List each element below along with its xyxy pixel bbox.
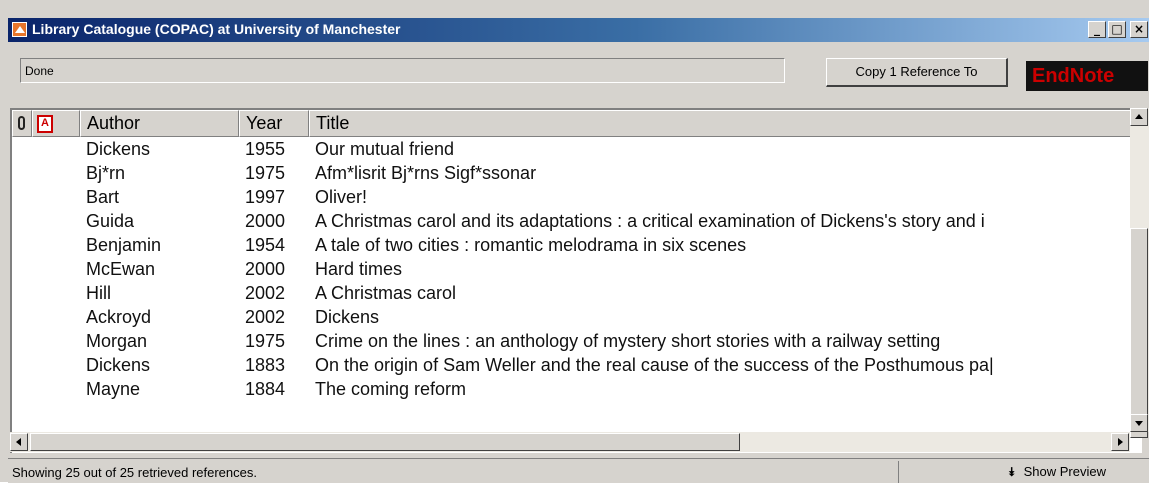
arrow-up-icon (1135, 114, 1143, 119)
status-field: Done (20, 58, 785, 83)
author-cell: Dickens (86, 355, 151, 375)
table-row[interactable]: McEwan 2000 Hard times (12, 257, 1132, 281)
title-bar[interactable]: Library Catalogue (COPAC) at University … (8, 18, 1149, 42)
app-icon (12, 22, 27, 37)
author-cell: Dickens (86, 139, 151, 159)
horizontal-scroll-thumb[interactable] (30, 433, 740, 451)
year-cell: 2002 (245, 283, 286, 303)
scroll-left-button[interactable] (10, 433, 28, 451)
minimize-button[interactable]: _ (1088, 21, 1106, 38)
year-cell: 1954 (245, 235, 286, 255)
app-window: Library Catalogue (COPAC) at University … (0, 0, 1149, 483)
title-cell: Oliver! (315, 187, 368, 207)
show-preview-label: Show Preview (1023, 464, 1106, 479)
title-cell: Dickens (315, 307, 380, 327)
status-bar: Showing 25 out of 25 retrieved reference… (8, 458, 1149, 483)
column-header-author[interactable]: Author (80, 110, 239, 137)
year-cell: 1884 (245, 379, 286, 399)
author-cell: Benjamin (86, 235, 162, 255)
table-row[interactable]: Guida 2000 A Christmas carol and its adapt… (12, 209, 1132, 233)
horizontal-scrollbar[interactable] (10, 432, 1130, 452)
year-cell: 1997 (245, 187, 286, 207)
copy-reference-button[interactable]: Copy 1 Reference To (826, 58, 1008, 87)
title-cell: A tale of two cities : romantic melodram… (315, 235, 747, 255)
year-cell: 1975 (245, 331, 286, 351)
pdf-icon: A (37, 115, 53, 133)
table-row[interactable]: Morgan 1975 Crime on the lines : an anthol… (12, 329, 1132, 353)
table-row[interactable]: Mayne 1884 The coming reform (12, 377, 1132, 401)
title-cell: The coming reform (315, 379, 467, 399)
window-title: Library Catalogue (COPAC) at University … (32, 21, 401, 37)
paperclip-icon (18, 116, 25, 130)
title-cell: A Christmas carol (315, 283, 457, 303)
author-cell: Mayne (86, 379, 141, 399)
author-cell: Bart (86, 187, 120, 207)
column-header-pdf[interactable]: A (32, 110, 80, 137)
table-row[interactable]: Ackroyd 2002 Dickens (12, 305, 1132, 329)
author-cell: McEwan (86, 259, 156, 279)
title-cell: Afm*lisrit Bj*rns Sigf*ssonar (315, 163, 537, 183)
show-preview-toggle[interactable]: ⯯ Show Preview (1008, 464, 1106, 480)
endnote-logo[interactable]: EndNote (1026, 61, 1148, 91)
close-button[interactable]: × (1130, 21, 1148, 38)
double-chevron-down-icon: ⯯ (1008, 465, 1016, 479)
year-cell: 1883 (245, 355, 286, 375)
title-cell: Crime on the lines : an anthology of mys… (315, 331, 941, 351)
author-cell: Guida (86, 211, 135, 231)
author-cell: Morgan (86, 331, 148, 351)
table-row[interactable]: Bj*rn 1975 Afm*lisrit Bj*rns Sigf*ssonar (12, 161, 1132, 185)
vertical-scroll-thumb[interactable] (1130, 228, 1148, 438)
maximize-button[interactable]: □ (1108, 21, 1126, 38)
title-cell: A Christmas carol and its adaptations : … (315, 211, 985, 231)
year-cell: 1975 (245, 163, 286, 183)
year-cell: 2000 (245, 259, 286, 279)
vertical-scrollbar[interactable] (1130, 108, 1149, 438)
arrow-down-icon (1135, 421, 1143, 426)
author-cell: Ackroyd (86, 307, 152, 327)
table-row[interactable]: Benjamin 1954 A tale of two cities : roman… (12, 233, 1132, 257)
table-row[interactable]: Dickens 1883 On the origin of Sam Weller a… (12, 353, 1132, 377)
list-header: A Author Year Title (12, 110, 1132, 137)
title-cell: On the origin of Sam Weller and the real… (315, 355, 994, 375)
scroll-right-button[interactable] (1111, 433, 1129, 451)
table-row[interactable]: Dickens 1955 Our mutual friend (12, 137, 1132, 161)
column-header-title[interactable]: Title (309, 110, 1132, 137)
title-cell: Hard times (315, 259, 403, 279)
year-cell: 2000 (245, 211, 286, 231)
table-row[interactable]: Bart 1997 Oliver! (12, 185, 1132, 209)
title-cell: Our mutual friend (315, 139, 455, 159)
column-header-year[interactable]: Year (239, 110, 309, 137)
status-divider (898, 461, 899, 483)
author-cell: Hill (86, 283, 111, 303)
table-row[interactable]: Hill 2002 A Christmas carol (12, 281, 1132, 305)
reference-list[interactable]: A Author Year Title Dickens 1955 Our mutua… (10, 108, 1142, 453)
column-header-attachment[interactable] (12, 110, 32, 137)
year-cell: 2002 (245, 307, 286, 327)
arrow-left-icon (16, 438, 21, 446)
status-message: Showing 25 out of 25 retrieved reference… (12, 465, 257, 480)
author-cell: Bj*rn (86, 163, 126, 183)
scroll-up-button[interactable] (1130, 108, 1148, 126)
year-cell: 1955 (245, 139, 286, 159)
arrow-right-icon (1118, 438, 1123, 446)
scroll-down-button[interactable] (1130, 414, 1148, 432)
